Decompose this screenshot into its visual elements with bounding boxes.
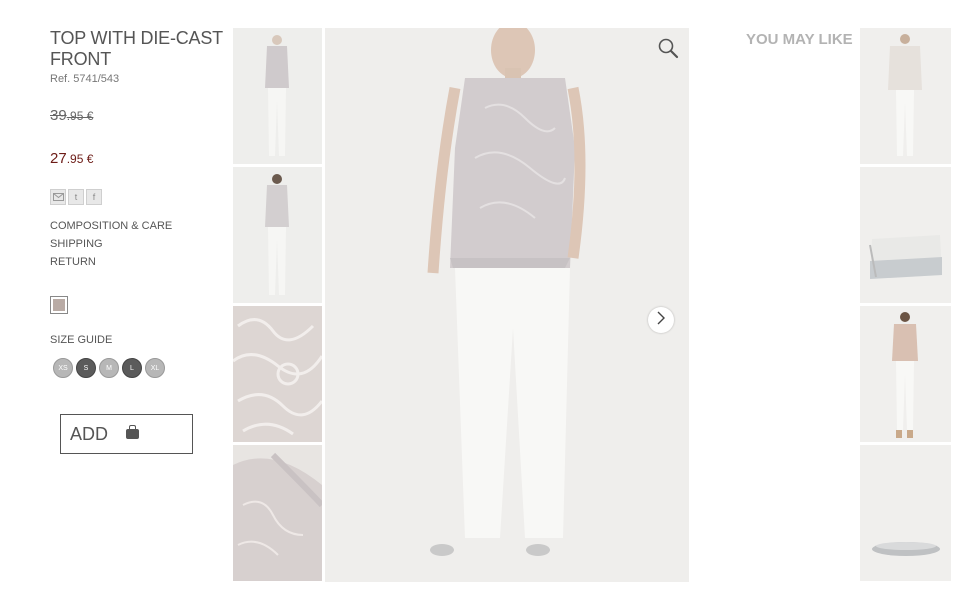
mail-icon[interactable] (50, 189, 66, 205)
related-products (860, 28, 951, 584)
old-price: 39.95 € (50, 107, 94, 124)
add-label: ADD (70, 423, 109, 444)
chevron-right-icon (656, 311, 666, 330)
main-product-image[interactable] (325, 28, 689, 582)
size-guide-link[interactable]: SIZE GUIDE (50, 334, 225, 346)
product-info: TOP WITH DIE-CAST FRONT Ref. 5741/543 39… (50, 28, 225, 378)
you-may-like-heading: YOU MAY LIKE (746, 31, 853, 48)
sale-price: 27.95 € (50, 150, 94, 167)
shipping-link[interactable]: SHIPPING (50, 235, 225, 253)
share-icons: t f (50, 189, 225, 205)
thumbnail-back[interactable] (233, 167, 322, 303)
related-item-clutch[interactable] (860, 167, 951, 303)
product-title: TOP WITH DIE-CAST FRONT (50, 28, 223, 69)
related-item-ballet-flats[interactable] (860, 445, 951, 581)
facebook-icon[interactable]: f (86, 189, 102, 205)
bag-icon (126, 425, 140, 439)
related-item-jacket-outfit[interactable] (860, 28, 951, 164)
thumbnail-detail-shoulder[interactable] (233, 445, 322, 581)
size-m[interactable]: M (99, 358, 119, 378)
color-swatch[interactable] (50, 296, 68, 314)
next-image-button[interactable] (648, 307, 674, 333)
size-l[interactable]: L (122, 358, 142, 378)
return-link[interactable]: RETURN (50, 253, 225, 271)
twitter-icon[interactable]: t (68, 189, 84, 205)
size-selector: XS S M L XL (53, 358, 225, 378)
size-s[interactable]: S (76, 358, 96, 378)
thumbnail-detail-lace[interactable] (233, 306, 322, 442)
zoom-icon[interactable] (657, 37, 679, 59)
thumbnail-front[interactable] (233, 28, 322, 164)
related-item-top-outfit[interactable] (860, 306, 951, 442)
size-xl[interactable]: XL (145, 358, 165, 378)
product-ref: Ref. 5741/543 (50, 73, 120, 85)
size-xs[interactable]: XS (53, 358, 73, 378)
composition-care-link[interactable]: COMPOSITION & CARE (50, 217, 225, 235)
add-to-bag-button[interactable]: ADD (60, 414, 193, 454)
info-links: COMPOSITION & CARE SHIPPING RETURN (50, 217, 225, 271)
product-thumbnails (233, 28, 322, 584)
